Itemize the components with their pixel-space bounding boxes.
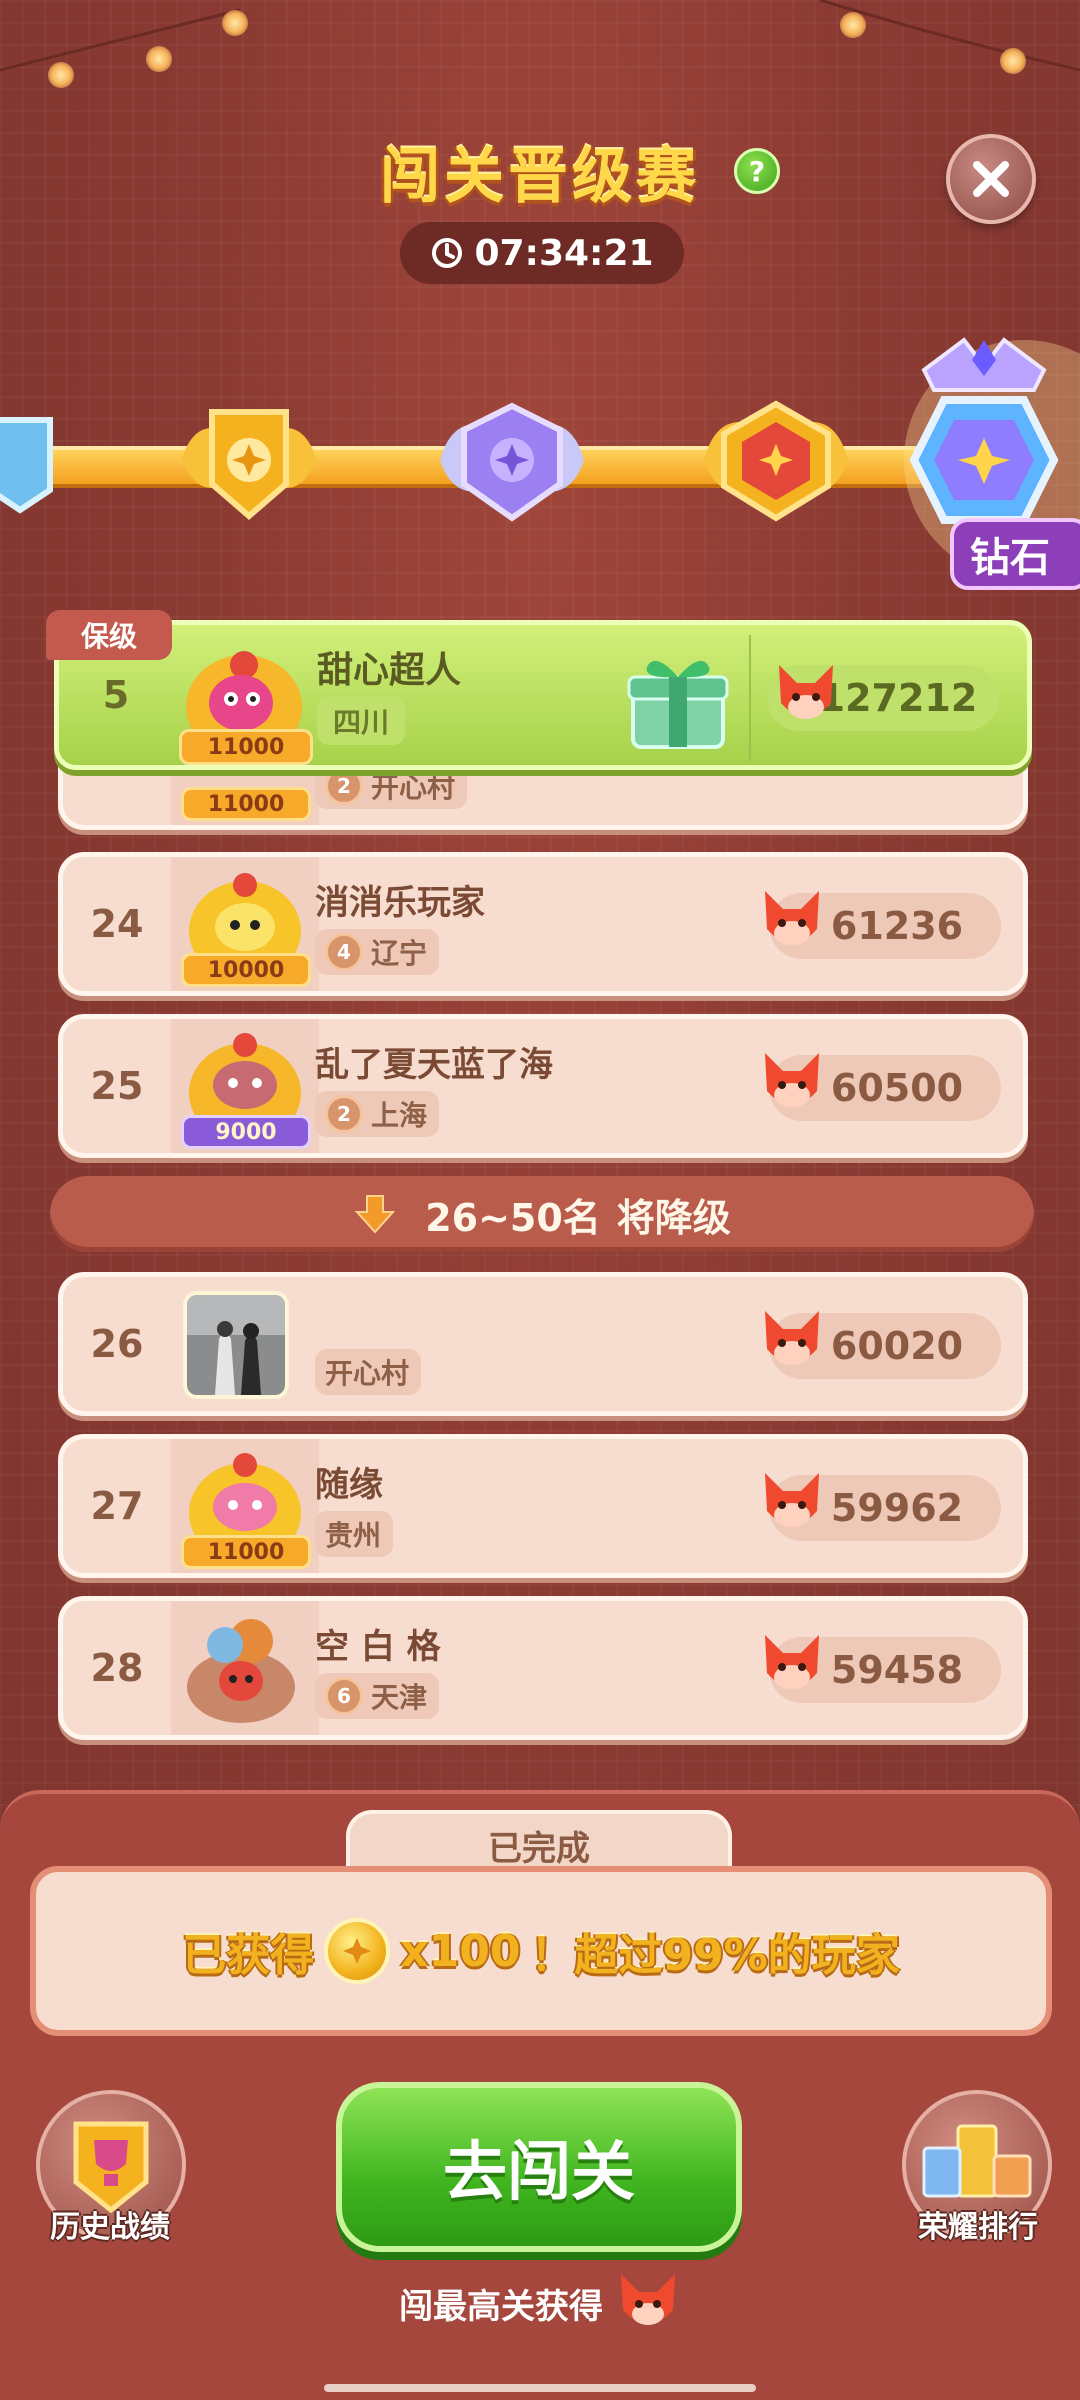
leaderboard-row[interactable]: 27 11000 随缘 贵州 59962	[58, 1434, 1028, 1578]
fox-icon	[765, 1311, 819, 1365]
fox-icon	[621, 2274, 675, 2325]
rank-number: 27	[90, 1484, 144, 1528]
fox-icon	[765, 1635, 819, 1689]
reward-suffix: ！超过99%的玩家	[530, 1930, 900, 1981]
region-text: 开心村	[371, 771, 456, 804]
rank-number: 26	[90, 1322, 144, 1366]
region-text: 天津	[371, 1681, 428, 1714]
question-icon[interactable]: ?	[734, 148, 780, 194]
reward-prefix: 已获得	[182, 1930, 315, 1981]
level-badge: 4	[325, 933, 363, 971]
score-value: 61236	[830, 904, 964, 948]
string-lights	[0, 0, 1080, 90]
timer-text: 07:34:21	[474, 232, 654, 274]
honor-ranking-label[interactable]: 荣耀排行	[868, 2202, 1080, 2246]
avatar-score-badge: 11000	[179, 729, 313, 765]
score-value: 59962	[830, 1486, 964, 1530]
region-tag: 4 辽宁	[315, 929, 440, 975]
close-button[interactable]	[946, 134, 1036, 224]
red-tier-badge-icon	[704, 400, 848, 522]
leaderboard-row[interactable]: 26 开心村 60020	[58, 1272, 1028, 1416]
close-icon	[973, 161, 1009, 197]
region-text: 辽宁	[371, 937, 428, 970]
fox-icon	[765, 891, 819, 945]
fox-icon	[765, 1053, 819, 1107]
rank-number: 24	[90, 902, 144, 946]
player-name: 甜心超人	[317, 650, 462, 691]
avatar	[171, 1601, 319, 1735]
level-badge: 2	[325, 767, 363, 805]
my-rank-row[interactable]: 5 11000 甜心超人 四川 127212	[54, 620, 1032, 770]
photo-avatar-icon	[187, 1295, 285, 1395]
arrow-down-icon	[354, 1195, 396, 1234]
tier-label-text: 钻石	[970, 535, 1050, 581]
level-badge: 2	[325, 1095, 363, 1133]
reward-box: 已获得 x100 ！超过99%的玩家	[30, 1866, 1052, 2036]
rank-number: 25	[90, 1064, 144, 1108]
gift-icon[interactable]	[625, 651, 731, 751]
region-text: 贵州	[325, 1519, 382, 1552]
region-text: 开心村	[325, 1357, 410, 1390]
history-label[interactable]: 历史战绩	[0, 2202, 220, 2246]
player-name: 乱了夏天蓝了海	[315, 1045, 553, 1085]
fox-icon	[765, 1473, 819, 1527]
row-divider	[749, 635, 751, 761]
go-play-button[interactable]: 去闯关	[336, 2082, 742, 2252]
fox-icon	[779, 665, 833, 719]
purple-tier-badge-icon	[440, 402, 584, 522]
avatar-character-icon	[187, 1619, 295, 1723]
leaderboard-row[interactable]: 24 10000 消消乐玩家 4 辽宁 61236	[58, 852, 1028, 996]
home-indicator[interactable]	[324, 2384, 756, 2392]
tier-badge-partial-icon	[0, 417, 53, 514]
score-value: 127212	[818, 676, 978, 720]
region-text: 四川	[333, 706, 390, 739]
keep-tier-tag: 保级	[46, 610, 172, 660]
avatar-score-badge: 9000	[181, 1115, 311, 1149]
gold-tier-badge-icon	[182, 409, 316, 520]
score-value: 59458	[830, 1648, 964, 1692]
reward-amount: x100	[400, 1925, 521, 1977]
avatar-score-badge: 10000	[181, 953, 311, 987]
region-tag: 2 上海	[315, 1091, 440, 1137]
demotion-banner: 26~50名 将降级	[50, 1176, 1034, 1252]
page-title: 闯关晋级赛	[380, 142, 700, 212]
region-text: 上海	[371, 1099, 428, 1132]
region-tag: 6 天津	[315, 1673, 440, 1719]
avatar	[183, 1291, 289, 1399]
rank-number: 28	[90, 1646, 144, 1690]
leaderboard-row[interactable]: 25 9000 乱了夏天蓝了海 2 上海 60500	[58, 1014, 1028, 1158]
score-value: 60020	[830, 1324, 964, 1368]
avatar-score-badge: 11000	[181, 1535, 311, 1569]
region-tag: 四川	[317, 697, 406, 745]
region-tag: 开心村	[315, 1349, 422, 1395]
countdown-timer: 07:34:21	[400, 222, 684, 284]
region-tag: 贵州	[315, 1511, 394, 1557]
player-name: 消消乐玩家	[315, 883, 485, 923]
score-value: 60500	[830, 1066, 964, 1110]
go-subtitle: 闯最高关获得	[0, 2270, 1080, 2336]
coin-icon	[324, 1918, 391, 1984]
avatar-score-badge: 11000	[181, 787, 311, 821]
player-name: 随缘	[315, 1465, 383, 1505]
demotion-range: 26~50名	[425, 1195, 601, 1240]
demotion-text: 将降级	[616, 1195, 731, 1240]
go-subtitle-text: 闯最高关获得	[399, 2286, 603, 2327]
leaderboard-row[interactable]: 28 空 白 格 6 天津 59458	[58, 1596, 1028, 1740]
level-badge: 6	[325, 1677, 363, 1715]
reward-message: 已获得 x100 ！超过99%的玩家	[36, 1872, 1046, 2030]
diamond-tier-label: 钻石	[950, 518, 1080, 590]
clock-icon	[432, 238, 463, 268]
player-name: 空 白 格	[315, 1627, 441, 1667]
